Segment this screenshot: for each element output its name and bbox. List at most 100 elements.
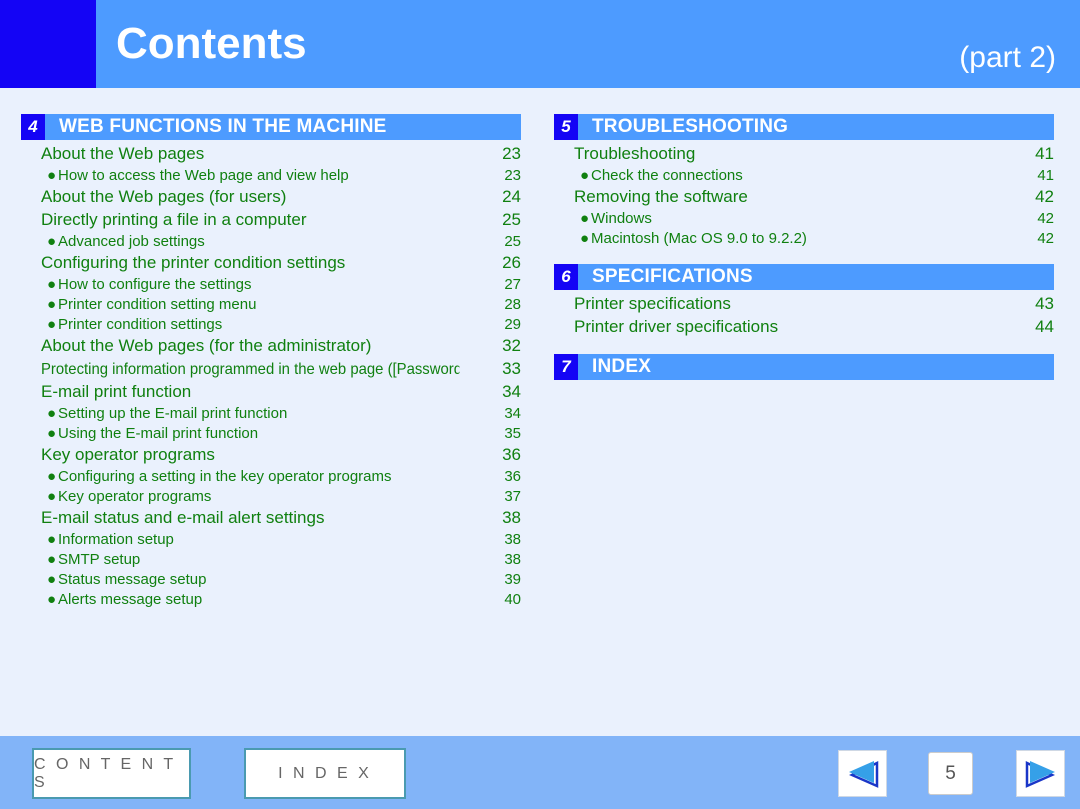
page-header: Contents (part 2) — [0, 0, 1080, 88]
section-header-bar: 5 TROUBLESHOOTING — [554, 114, 1054, 140]
toc-entry-label: Advanced job settings — [58, 233, 205, 250]
toc-entry-page: 25 — [504, 233, 521, 250]
toc-entry-page: 23 — [502, 144, 521, 163]
toc-entry-page: 43 — [1035, 294, 1054, 313]
bullet-icon: ● — [47, 571, 57, 588]
toc-entry[interactable]: About the Web pages 23 — [21, 144, 521, 167]
toc-entry[interactable]: ● Printer condition settings 29 — [21, 316, 521, 336]
toc-entry[interactable]: Printer driver specifications 44 — [554, 317, 1054, 340]
toc-entry-label: How to configure the settings — [58, 276, 252, 293]
toc-entry-label: Key operator programs — [41, 445, 215, 464]
toc-entry-page: 24 — [502, 187, 521, 206]
toc-entry-label: Key operator programs — [58, 488, 212, 505]
toc-entry-page: 34 — [502, 382, 521, 401]
toc-entry-page: 41 — [1035, 144, 1054, 163]
next-page-button[interactable] — [1016, 750, 1065, 797]
toc-section: 7 INDEX — [554, 354, 1054, 390]
toc-entry[interactable]: ● Setting up the E-mail print function 34 — [21, 405, 521, 425]
toc-entry-page: 26 — [502, 253, 521, 272]
bullet-icon: ● — [47, 405, 57, 422]
header-corner-block — [0, 0, 96, 88]
bullet-icon: ● — [580, 230, 590, 247]
toc-entry-page: 41 — [1037, 167, 1054, 184]
toc-entry[interactable]: E-mail print function 34 — [21, 382, 521, 405]
toc-entry[interactable]: ● Macintosh (Mac OS 9.0 to 9.2.2) 42 — [554, 230, 1054, 250]
toc-entry-page: 36 — [502, 445, 521, 464]
toc-entry[interactable]: Configuring the printer condition settin… — [21, 253, 521, 276]
toc-entry-page: 25 — [502, 210, 521, 229]
index-button[interactable]: I N D E X — [244, 748, 406, 799]
toc-entry[interactable]: Directly printing a file in a computer 25 — [21, 210, 521, 233]
contents-button[interactable]: C O N T E N T S — [32, 748, 191, 799]
toc-entry[interactable]: ● Printer condition setting menu 28 — [21, 296, 521, 316]
section-number-badge: 5 — [554, 114, 578, 140]
toc-entry-label: Directly printing a file in a computer — [41, 210, 307, 229]
toc-entry[interactable]: ● Status message setup 39 — [21, 571, 521, 591]
section-number-badge: 4 — [21, 114, 45, 140]
toc-entry[interactable]: Printer specifications 43 — [554, 294, 1054, 317]
toc-entry-label: Configuring the printer condition settin… — [41, 253, 346, 272]
toc-entry[interactable]: Troubleshooting 41 — [554, 144, 1054, 167]
bullet-icon: ● — [47, 276, 57, 293]
toc-entry[interactable]: ● Information setup 38 — [21, 531, 521, 551]
toc-entry-page: 29 — [504, 316, 521, 333]
toc-entry[interactable]: ● Check the connections 41 — [554, 167, 1054, 187]
toc-entry[interactable]: E-mail status and e-mail alert settings 3… — [21, 508, 521, 531]
toc-entry-label: Printer specifications — [574, 294, 731, 313]
toc-entry-page: 32 — [502, 336, 521, 355]
toc-entry-label: SMTP setup — [58, 551, 141, 568]
toc-entry-page: 44 — [1035, 317, 1054, 336]
toc-entry-page: 38 — [502, 508, 521, 527]
toc-entry[interactable]: About the Web pages (for users) 24 — [21, 187, 521, 210]
toc-entry-label: E-mail print function — [41, 382, 192, 401]
toc-entry-page: 34 — [504, 405, 521, 422]
toc-entry-label: About the Web pages — [41, 144, 205, 163]
toc-entry[interactable]: ● How to access the Web page and view hel… — [21, 167, 521, 187]
toc-entry[interactable]: Removing the software 42 — [554, 187, 1054, 210]
toc-entry-label: Removing the software — [574, 187, 748, 206]
toc-entry[interactable]: ● Alerts message setup 40 — [21, 591, 521, 611]
current-page-indicator: 5 — [928, 752, 973, 795]
toc-entry-list: Printer specifications 43 Printer driver s… — [554, 294, 1054, 340]
section-header-bar: 4 WEB FUNCTIONS IN THE MACHINE — [21, 114, 521, 140]
bullet-icon: ● — [47, 468, 57, 485]
toc-entry[interactable]: ● Configuring a setting in the key operat… — [21, 468, 521, 488]
right-column: 5 TROUBLESHOOTING Troubleshooting 41 ● Check … — [554, 114, 1054, 390]
bullet-icon: ● — [47, 551, 57, 568]
toc-entry-page: 38 — [504, 551, 521, 568]
toc-entry-page: 42 — [1035, 187, 1054, 206]
section-title: INDEX — [592, 356, 652, 377]
previous-page-button[interactable] — [838, 750, 887, 797]
section-title: TROUBLESHOOTING — [592, 116, 789, 137]
bullet-icon: ● — [580, 167, 590, 184]
toc-entry-label: Alerts message setup — [58, 591, 203, 608]
toc-entry[interactable]: ● Key operator programs 37 — [21, 488, 521, 508]
toc-entry[interactable]: Protecting information programmed in the… — [21, 359, 521, 382]
toc-entry[interactable]: ● Using the E-mail print function 35 — [21, 425, 521, 445]
bullet-icon: ● — [47, 167, 57, 184]
toc-entry-label: Configuring a setting in the key operato… — [58, 468, 392, 485]
toc-entry[interactable]: ● How to configure the settings 27 — [21, 276, 521, 296]
section-header-bar: 7 INDEX — [554, 354, 1054, 380]
bullet-icon: ● — [47, 316, 57, 333]
toc-entry[interactable]: ● SMTP setup 38 — [21, 551, 521, 571]
toc-entry-page: 33 — [502, 359, 521, 378]
toc-entry[interactable]: ● Windows 42 — [554, 210, 1054, 230]
bullet-icon: ● — [47, 425, 57, 442]
toc-entry-label: Check the connections — [591, 167, 743, 184]
toc-entry-page: 23 — [504, 167, 521, 184]
toc-entry-page: 38 — [504, 531, 521, 548]
section-title: WEB FUNCTIONS IN THE MACHINE — [59, 116, 387, 137]
toc-entry[interactable]: ● Advanced job settings 25 — [21, 233, 521, 253]
page-title: Contents — [116, 19, 307, 68]
toc-entry[interactable]: About the Web pages (for the administrat… — [21, 336, 521, 359]
toc-entry[interactable]: Key operator programs 36 — [21, 445, 521, 468]
section-number-badge: 6 — [554, 264, 578, 290]
contents-body: 4 WEB FUNCTIONS IN THE MACHINE About the W… — [0, 88, 1080, 736]
toc-entry-label: Using the E-mail print function — [58, 425, 259, 442]
toc-entry-label: Setting up the E-mail print function — [58, 405, 288, 422]
toc-entry-page: 28 — [504, 296, 521, 313]
toc-entry-page: 37 — [504, 488, 521, 505]
